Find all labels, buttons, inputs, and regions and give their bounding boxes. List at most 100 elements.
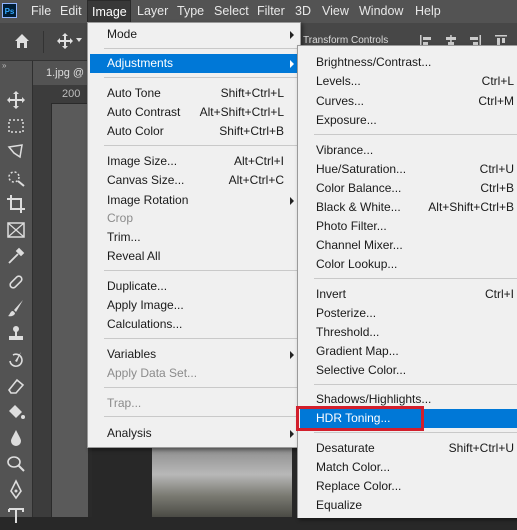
adjustments-menu-item-channel-mixer[interactable]: Channel Mixer... <box>300 236 517 255</box>
adjustments-menu-item-exposure[interactable]: Exposure... <box>300 111 517 130</box>
move-tool-icon[interactable] <box>56 32 74 50</box>
image-menu-item-label: Reveal All <box>107 249 161 263</box>
eraser-tool-icon[interactable] <box>5 375 27 397</box>
adjustments-menu-item-desaturate[interactable]: Desaturate Shift+Ctrl+U <box>300 439 517 458</box>
lasso-tool-icon[interactable] <box>5 141 27 163</box>
adjustments-menu-item-color-lookup[interactable]: Color Lookup... <box>300 255 517 274</box>
blur-tool-icon[interactable] <box>5 427 27 449</box>
adjustments-menu-item-invert[interactable]: Invert Ctrl+I <box>300 285 517 304</box>
adjustments-menu-item-label: Channel Mixer... <box>316 238 403 252</box>
document-tab-label: 1.jpg @ <box>46 67 85 79</box>
image-menu-item-image-size[interactable]: Image Size... Alt+Ctrl+I <box>90 152 298 171</box>
adjustments-menu-item-selective-color[interactable]: Selective Color... <box>300 361 517 380</box>
image-menu-item-analysis[interactable]: Analysis <box>90 424 298 443</box>
frame-tool-icon[interactable] <box>5 219 27 241</box>
image-menu-item-auto-contrast[interactable]: Auto Contrast Alt+Shift+Ctrl+L <box>90 103 298 122</box>
menu-type[interactable]: Type <box>173 0 208 23</box>
healing-brush-tool-icon[interactable] <box>5 271 27 293</box>
menu-help[interactable]: Help <box>411 0 445 23</box>
image-menu-item-reveal-all[interactable]: Reveal All <box>90 247 298 266</box>
adjustments-menu-item-shortcut: Ctrl+L <box>481 74 514 88</box>
image-menu-item-shortcut: Alt+Ctrl+I <box>233 154 284 168</box>
image-menu-item-trim[interactable]: Trim... <box>90 228 298 247</box>
adjustments-menu-item-vibrance[interactable]: Vibrance... <box>300 141 517 160</box>
menu-select[interactable]: Select <box>210 0 253 23</box>
chevron-down-icon[interactable] <box>76 38 82 42</box>
adjustments-menu-item-photo-filter[interactable]: Photo Filter... <box>300 217 517 236</box>
adjustments-menu-item-label: Photo Filter... <box>316 219 387 233</box>
image-menu-item-apply-data-set: Apply Data Set... <box>90 364 298 383</box>
adjustments-menu-item-label: Levels... <box>316 74 361 88</box>
submenu-arrow-icon <box>290 60 294 68</box>
adjustments-menu-item-match-color[interactable]: Match Color... <box>300 458 517 477</box>
adjustments-menu-item-label: Desaturate <box>316 441 375 455</box>
menu-layer[interactable]: Layer <box>133 0 172 23</box>
menu-edit[interactable]: Edit <box>56 0 86 23</box>
menu-3d[interactable]: 3D <box>291 0 315 23</box>
adjustments-menu-item-gradient-map[interactable]: Gradient Map... <box>300 342 517 361</box>
menu-filter[interactable]: Filter <box>253 0 289 23</box>
submenu-arrow-icon <box>290 197 294 205</box>
marquee-tool-icon[interactable] <box>5 115 27 137</box>
image-menu-item-apply-image[interactable]: Apply Image... <box>90 296 298 315</box>
menu-separator <box>104 48 298 49</box>
submenu-arrow-icon <box>290 31 294 39</box>
image-menu-item-label: Trim... <box>107 230 141 244</box>
image-menu-item-auto-tone[interactable]: Auto Tone Shift+Ctrl+L <box>90 84 298 103</box>
menu-bar: Ps File Edit Image Layer Type Select Fil… <box>0 0 517 23</box>
adjustments-menu-item-levels[interactable]: Levels... Ctrl+L <box>300 72 517 91</box>
menu-separator <box>314 278 517 279</box>
submenu-arrow-icon <box>290 351 294 359</box>
adjustments-menu-item-label: Brightness/Contrast... <box>316 55 432 69</box>
paint-bucket-tool-icon[interactable] <box>5 401 27 423</box>
adjustments-menu-item-label: Color Balance... <box>316 181 402 195</box>
history-brush-tool-icon[interactable] <box>5 349 27 371</box>
adjustments-menu-item-posterize[interactable]: Posterize... <box>300 304 517 323</box>
image-menu-item-image-rotation[interactable]: Image Rotation <box>90 191 298 210</box>
image-menu-item-trap: Trap... <box>90 394 298 413</box>
hdr-toning-highlight-outline <box>296 406 424 431</box>
clone-stamp-tool-icon[interactable] <box>5 323 27 345</box>
crop-tool-icon[interactable] <box>5 193 27 215</box>
home-icon[interactable] <box>13 32 31 50</box>
image-menu-item-duplicate[interactable]: Duplicate... <box>90 277 298 296</box>
image-menu-item-label: Image Size... <box>107 154 178 168</box>
adjustments-menu-item-black-white[interactable]: Black & White... Alt+Shift+Ctrl+B <box>300 198 517 217</box>
adjustments-menu-item-curves[interactable]: Curves... Ctrl+M <box>300 92 517 111</box>
image-menu-item-mode[interactable]: Mode <box>90 25 298 44</box>
image-menu-item-calculations[interactable]: Calculations... <box>90 315 298 334</box>
document-photo[interactable] <box>152 446 292 517</box>
image-menu-item-label: Canvas Size... <box>107 173 185 187</box>
adjustments-menu-item-threshold[interactable]: Threshold... <box>300 323 517 342</box>
menu-window[interactable]: Window <box>355 0 407 23</box>
document-tab[interactable]: 1.jpg @ <box>33 61 94 85</box>
brush-tool-icon[interactable] <box>5 297 27 319</box>
image-menu-item-variables[interactable]: Variables <box>90 345 298 364</box>
dodge-tool-icon[interactable] <box>5 453 27 475</box>
pen-tool-icon[interactable] <box>5 479 27 501</box>
adjustments-menu-item-hue-saturation[interactable]: Hue/Saturation... Ctrl+U <box>300 160 517 179</box>
adjustments-menu-item-replace-color[interactable]: Replace Color... <box>300 477 517 496</box>
canvas[interactable] <box>52 104 88 517</box>
menu-view[interactable]: View <box>318 0 353 23</box>
image-menu-item-label: Duplicate... <box>107 279 168 293</box>
menu-image[interactable]: Image <box>87 0 131 23</box>
move-tool-icon[interactable] <box>5 89 27 111</box>
image-menu: Mode Adjustments Auto Tone Shift+Ctrl+L Auto… <box>87 22 301 448</box>
panel-collapse-icon[interactable]: » <box>0 61 32 71</box>
image-menu-item-label: Auto Contrast <box>107 105 181 119</box>
adjustments-menu-item-color-balance[interactable]: Color Balance... Ctrl+B <box>300 179 517 198</box>
image-menu-item-adjustments[interactable]: Adjustments <box>90 54 298 73</box>
adjustments-menu-item-label: Posterize... <box>316 306 377 320</box>
image-menu-item-canvas-size[interactable]: Canvas Size... Alt+Ctrl+C <box>90 171 298 190</box>
adjustments-menu-item-brightness-contrast[interactable]: Brightness/Contrast... <box>300 53 517 72</box>
menu-separator <box>104 338 298 339</box>
eyedropper-tool-icon[interactable] <box>5 245 27 267</box>
image-menu-item-auto-color[interactable]: Auto Color Shift+Ctrl+B <box>90 122 298 141</box>
menu-file[interactable]: File <box>27 0 55 23</box>
type-tool-icon[interactable] <box>5 505 27 527</box>
adjustments-menu-item-equalize[interactable]: Equalize <box>300 496 517 515</box>
adjustments-menu-item-shortcut: Shift+Ctrl+U <box>448 441 514 455</box>
adjustments-menu-item-label: Selective Color... <box>316 363 407 377</box>
quick-selection-tool-icon[interactable] <box>5 167 27 189</box>
